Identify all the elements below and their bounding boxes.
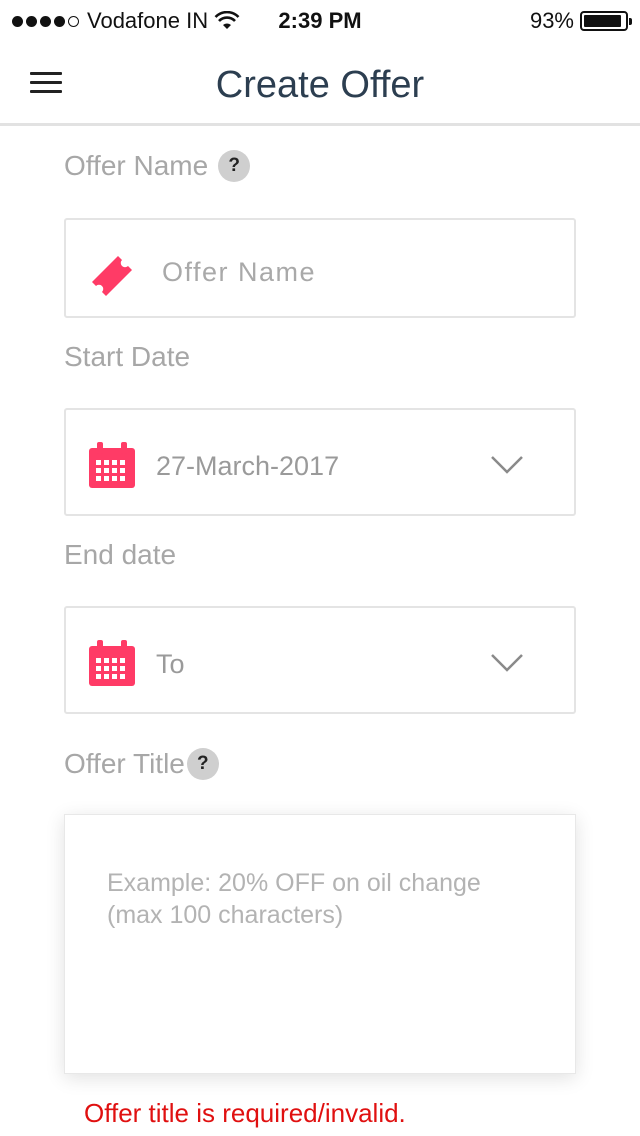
chevron-down-icon[interactable] bbox=[490, 653, 524, 673]
ticket-icon bbox=[92, 256, 132, 296]
calendar-icon bbox=[89, 640, 135, 686]
battery-icon bbox=[580, 11, 632, 31]
offer-name-field[interactable]: Offer Name bbox=[64, 218, 576, 318]
offer-title-placeholder: Example: 20% OFF on oil change (max 100 … bbox=[107, 869, 481, 929]
end-date-label: End date bbox=[64, 539, 177, 570]
calendar-icon bbox=[89, 442, 135, 488]
chevron-down-icon[interactable] bbox=[490, 455, 524, 475]
offer-name-help-icon[interactable]: ? bbox=[218, 150, 251, 182]
offer-title-error: Offer title is required/invalid. bbox=[84, 1098, 406, 1128]
end-date-field[interactable]: To bbox=[64, 606, 576, 714]
battery-percent: 93% bbox=[529, 8, 574, 33]
nav-bar: Create Offer bbox=[0, 40, 640, 126]
offer-title-textarea[interactable]: Example: 20% OFF on oil change (max 100 … bbox=[64, 814, 576, 1074]
status-bar: Vodafone IN 2:39 PM 93% bbox=[0, 0, 640, 40]
offer-title-help-icon[interactable]: ? bbox=[186, 748, 219, 780]
offer-title-label: Offer Title ? bbox=[64, 748, 219, 780]
offer-name-label: Offer Name ? bbox=[64, 150, 251, 182]
offer-name-input[interactable]: Offer Name bbox=[162, 257, 316, 288]
start-date-field[interactable]: 27-March-2017 bbox=[64, 408, 576, 516]
start-date-label: Start Date bbox=[64, 341, 191, 372]
end-date-value[interactable]: To bbox=[156, 649, 185, 680]
page-title: Create Offer bbox=[215, 64, 425, 106]
start-date-value[interactable]: 27-March-2017 bbox=[156, 451, 339, 482]
